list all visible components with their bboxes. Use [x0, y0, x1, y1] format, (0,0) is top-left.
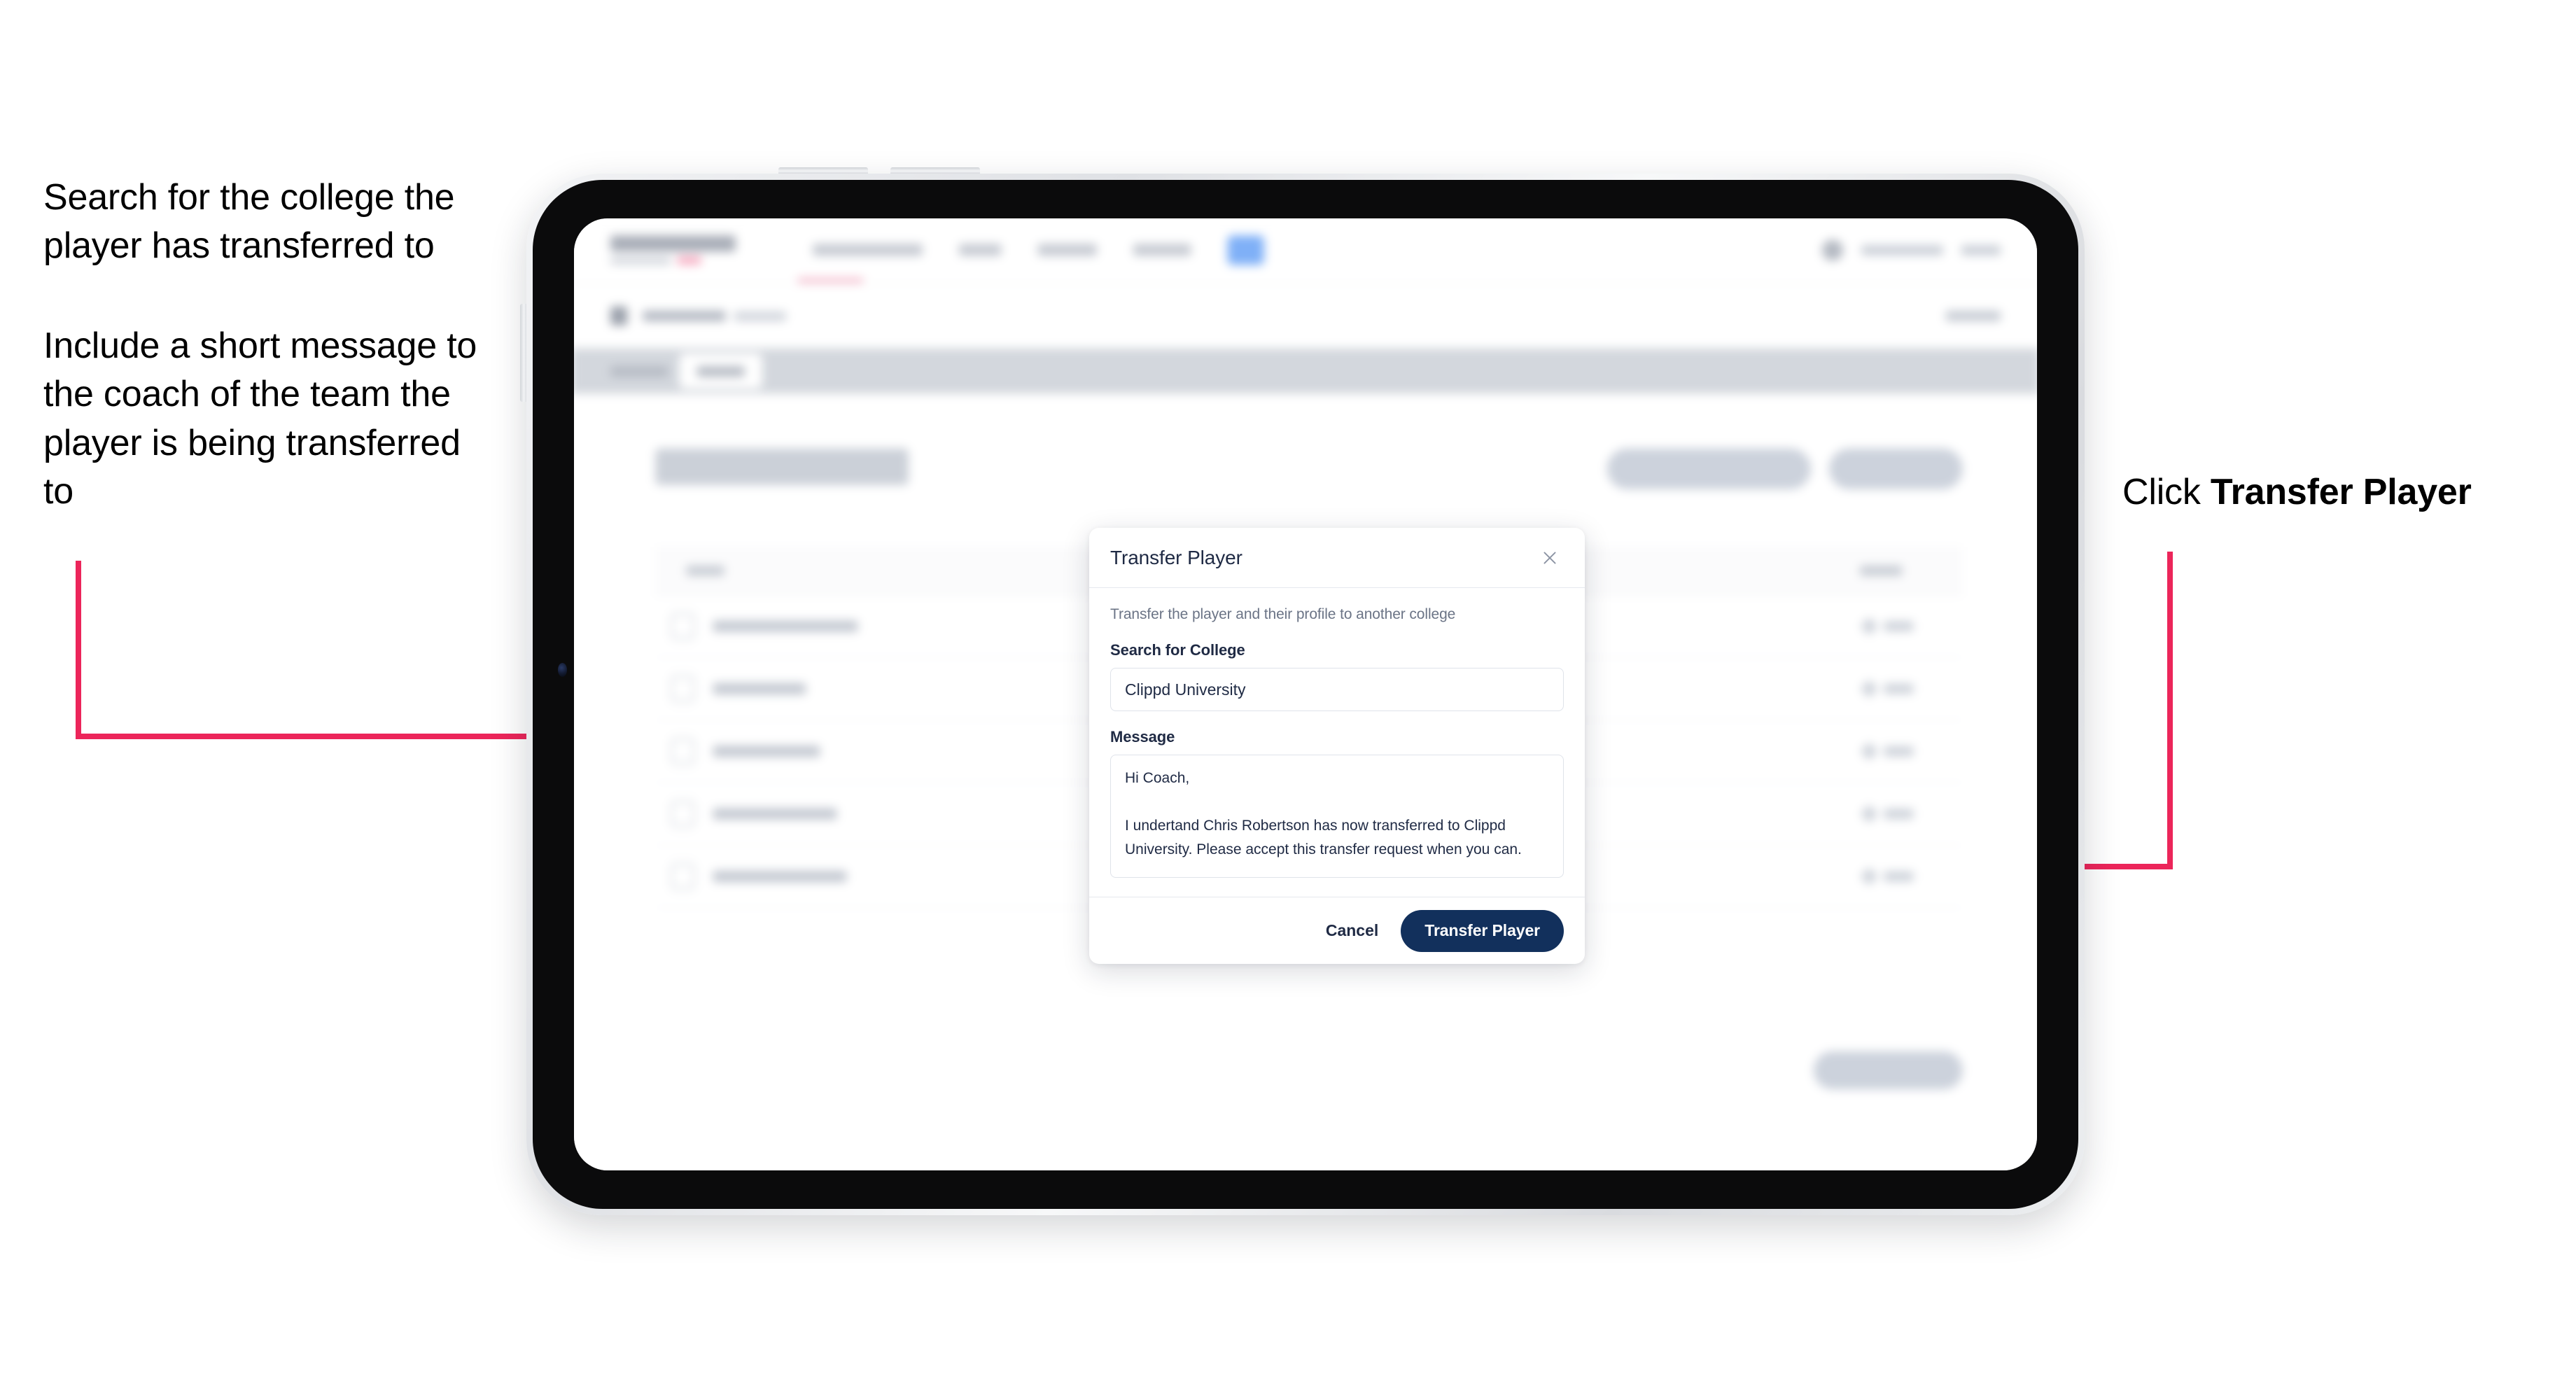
annotation-left-line-2: Include a short message to the coach of … [43, 326, 477, 512]
avatar[interactable] [1821, 239, 1844, 261]
logo-subtitle [610, 256, 736, 265]
roster-action-buttons [1606, 448, 1963, 489]
save-roster-button[interactable] [1813, 1051, 1963, 1090]
row-checkbox[interactable] [671, 738, 695, 765]
sign-out-link[interactable] [1961, 244, 2001, 255]
breadcrumb [574, 284, 2037, 349]
volume-down-button[interactable] [890, 167, 980, 174]
cancel-button[interactable]: Cancel [1322, 914, 1382, 947]
power-button[interactable] [520, 304, 526, 402]
college-field-label: Search for College [1110, 641, 1245, 659]
request-player-transfer-button[interactable] [1606, 448, 1811, 489]
nav-item-3[interactable] [1037, 244, 1097, 256]
row-checkbox[interactable] [671, 612, 695, 640]
tab-profile[interactable] [610, 365, 668, 377]
row-edit-action[interactable] [1860, 617, 1914, 636]
pencil-icon [1860, 617, 1878, 636]
row-edit-label [1884, 621, 1914, 631]
tab-roster-label [696, 365, 745, 377]
page-title [655, 448, 909, 485]
message-field-label: Message [1110, 728, 1175, 746]
breadcrumb-label[interactable] [643, 310, 726, 321]
row-player-name [713, 682, 806, 694]
annotation-right: Click Transfer Player [2122, 469, 2472, 517]
row-edit-label [1884, 683, 1914, 694]
close-icon[interactable] [1536, 544, 1564, 572]
message-textarea[interactable] [1110, 755, 1564, 878]
logo-wordmark [610, 235, 736, 252]
row-edit-action[interactable] [1860, 680, 1914, 698]
volume-up-button[interactable] [778, 167, 868, 174]
nav-item-active[interactable] [1227, 234, 1264, 265]
pencil-icon [1860, 867, 1878, 886]
annotation-left: Search for the college the player has tr… [43, 174, 491, 516]
transfer-player-modal: Transfer Player Transfer the player and … [1089, 528, 1585, 964]
top-right-actions [1821, 239, 2001, 261]
nav-item-1[interactable] [813, 244, 923, 256]
row-edit-action[interactable] [1860, 742, 1914, 761]
pencil-icon [1860, 680, 1878, 698]
breadcrumb-icon [610, 306, 628, 326]
modal-title: Transfer Player [1110, 546, 1242, 568]
annotation-left-line-1: Search for the college the player has tr… [43, 177, 455, 267]
nav-item-2[interactable] [959, 244, 1002, 256]
logo-accent [677, 256, 701, 265]
breadcrumb-sublabel [734, 311, 787, 321]
device-screen: Transfer Player Transfer the player and … [574, 218, 2037, 1170]
transfer-player-button[interactable]: Transfer Player [1401, 909, 1564, 952]
row-checkbox[interactable] [671, 862, 695, 890]
add-player-button[interactable] [1828, 448, 1963, 489]
column-header-name [686, 566, 724, 576]
tablet-device: Transfer Player Transfer the player and … [520, 167, 2085, 1215]
row-edit-action[interactable] [1860, 867, 1914, 886]
logo-subtitle-text [610, 257, 671, 265]
app-logo[interactable] [610, 235, 736, 265]
nav-active-underline [797, 278, 864, 283]
pencil-icon [1860, 742, 1878, 761]
tabs-bar [574, 349, 2037, 394]
modal-body: Transfer the player and their profile to… [1089, 588, 1585, 897]
front-camera-icon [558, 663, 567, 677]
nav-item-4[interactable] [1133, 244, 1191, 256]
row-player-name [713, 620, 858, 632]
top-navigation [813, 234, 1264, 265]
row-edit-label [1884, 746, 1914, 757]
breadcrumb-cancel-link[interactable] [1945, 310, 2001, 321]
row-edit-action[interactable] [1860, 804, 1914, 823]
column-header-edit [1860, 566, 1903, 576]
modal-description: Transfer the player and their profile to… [1110, 606, 1456, 622]
tab-roster[interactable] [679, 354, 762, 389]
row-edit-label [1884, 872, 1914, 882]
modal-header: Transfer Player [1089, 528, 1585, 588]
modal-footer: Cancel Transfer Player [1089, 897, 1585, 964]
row-checkbox[interactable] [671, 800, 695, 827]
row-edit-label [1884, 808, 1914, 819]
row-player-name [713, 871, 847, 883]
app-topbar [574, 218, 2037, 284]
user-email [1861, 244, 1943, 255]
annotation-right-prefix: Click [2122, 472, 2211, 512]
row-checkbox[interactable] [671, 675, 695, 703]
pencil-icon [1860, 804, 1878, 823]
search-college-input[interactable] [1110, 668, 1564, 711]
row-player-name [713, 808, 837, 820]
row-player-name [713, 746, 820, 757]
annotation-right-strong: Transfer Player [2210, 472, 2472, 512]
